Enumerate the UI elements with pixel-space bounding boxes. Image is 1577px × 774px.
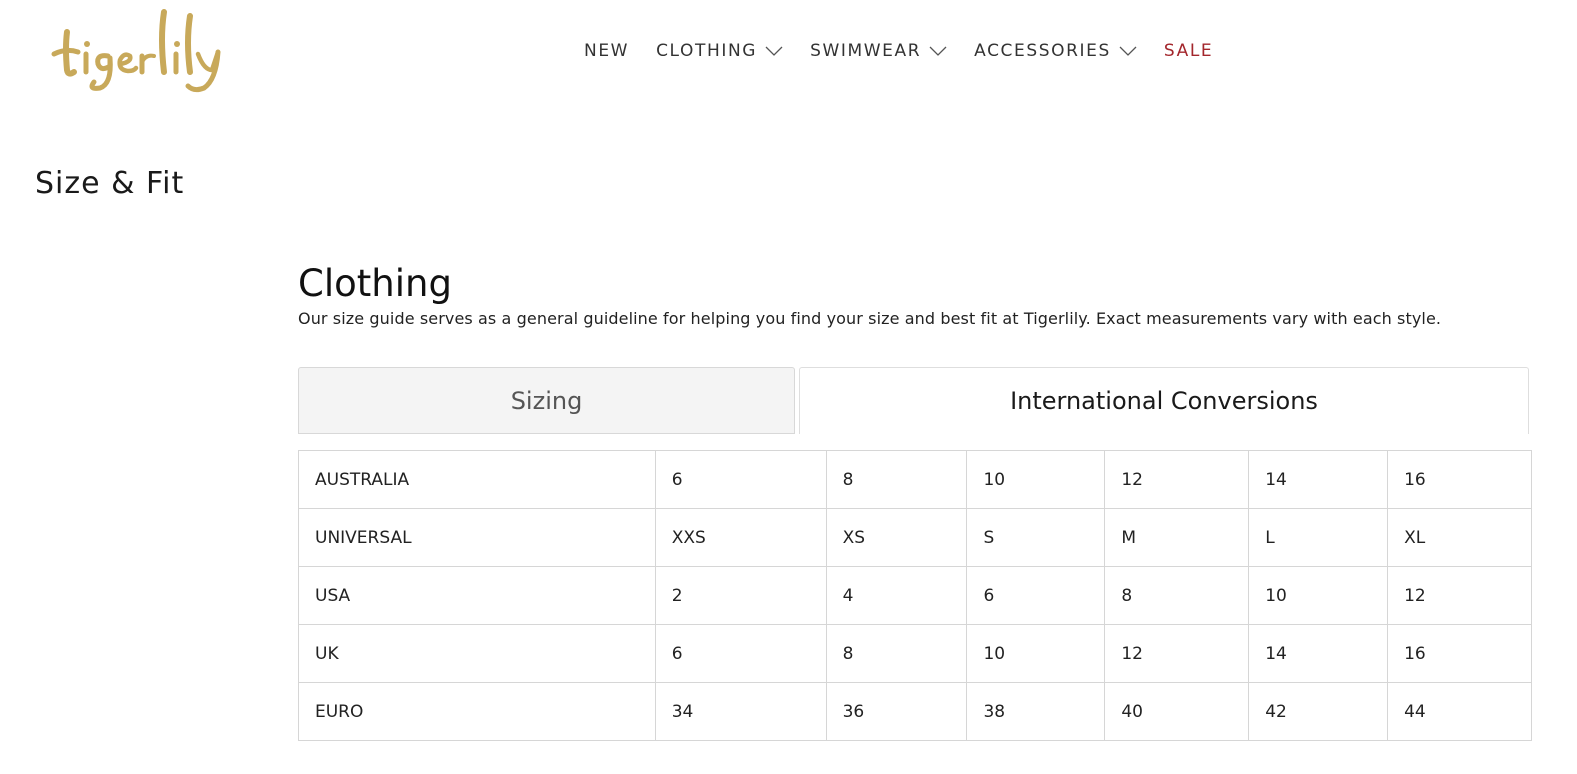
- nav-item-swimwear-label: SWIMWEAR: [810, 41, 921, 61]
- section-title: Clothing: [298, 262, 452, 305]
- conversion-table: AUSTRALIA 6 8 10 12 14 16 UNIVERSAL XXS …: [298, 450, 1532, 741]
- chevron-down-icon: [1119, 46, 1137, 56]
- size-cell: 2: [655, 567, 826, 625]
- nav-item-new-label: NEW: [584, 41, 629, 61]
- main-nav: NEW CLOTHING SWIMWEAR ACCESSORIES SALE: [584, 38, 1213, 64]
- section-description: Our size guide serves as a general guide…: [298, 309, 1441, 328]
- nav-item-accessories[interactable]: ACCESSORIES: [974, 41, 1137, 61]
- size-cell: 16: [1388, 451, 1532, 509]
- size-cell: XL: [1388, 509, 1532, 567]
- region-cell: AUSTRALIA: [299, 451, 656, 509]
- size-cell: 6: [655, 625, 826, 683]
- table-row: USA 2 4 6 8 10 12: [299, 567, 1532, 625]
- size-cell: 10: [967, 625, 1105, 683]
- chevron-down-icon: [765, 46, 783, 56]
- size-cell: 14: [1249, 625, 1388, 683]
- nav-item-accessories-label: ACCESSORIES: [974, 41, 1111, 61]
- size-cell: 12: [1105, 451, 1249, 509]
- region-cell: USA: [299, 567, 656, 625]
- nav-item-swimwear[interactable]: SWIMWEAR: [810, 41, 947, 61]
- size-cell: 10: [1249, 567, 1388, 625]
- size-cell: 36: [826, 683, 967, 741]
- region-cell: UK: [299, 625, 656, 683]
- size-cell: 12: [1388, 567, 1532, 625]
- size-cell: 14: [1249, 451, 1388, 509]
- region-cell: EURO: [299, 683, 656, 741]
- tigerlily-logo: [48, 8, 226, 96]
- tab-international-conversions[interactable]: International Conversions: [799, 367, 1529, 434]
- size-cell: 44: [1388, 683, 1532, 741]
- tab-sizing[interactable]: Sizing: [298, 367, 795, 434]
- brand-logo[interactable]: [48, 8, 226, 96]
- size-cell: 6: [967, 567, 1105, 625]
- table-row: UK 6 8 10 12 14 16: [299, 625, 1532, 683]
- size-cell: 8: [1105, 567, 1249, 625]
- size-cell: 38: [967, 683, 1105, 741]
- size-cell: L: [1249, 509, 1388, 567]
- chevron-down-icon: [929, 46, 947, 56]
- size-cell: 12: [1105, 625, 1249, 683]
- nav-item-new[interactable]: NEW: [584, 41, 629, 61]
- size-cell: 4: [826, 567, 967, 625]
- nav-item-clothing-label: CLOTHING: [656, 41, 757, 61]
- size-cell: 34: [655, 683, 826, 741]
- size-cell: 16: [1388, 625, 1532, 683]
- region-cell: UNIVERSAL: [299, 509, 656, 567]
- size-guide-tabs: Sizing International Conversions: [298, 367, 1532, 434]
- table-row: AUSTRALIA 6 8 10 12 14 16: [299, 451, 1532, 509]
- size-cell: 10: [967, 451, 1105, 509]
- table-row: UNIVERSAL XXS XS S M L XL: [299, 509, 1532, 567]
- table-row: EURO 34 36 38 40 42 44: [299, 683, 1532, 741]
- size-cell: 8: [826, 625, 967, 683]
- page-title: Size & Fit: [35, 166, 184, 201]
- size-cell: 42: [1249, 683, 1388, 741]
- size-cell: S: [967, 509, 1105, 567]
- size-cell: XXS: [655, 509, 826, 567]
- nav-item-sale[interactable]: SALE: [1164, 41, 1213, 61]
- size-cell: 6: [655, 451, 826, 509]
- size-cell: 8: [826, 451, 967, 509]
- nav-item-clothing[interactable]: CLOTHING: [656, 41, 783, 61]
- size-cell: M: [1105, 509, 1249, 567]
- nav-item-sale-label: SALE: [1164, 41, 1213, 61]
- size-cell: XS: [826, 509, 967, 567]
- size-cell: 40: [1105, 683, 1249, 741]
